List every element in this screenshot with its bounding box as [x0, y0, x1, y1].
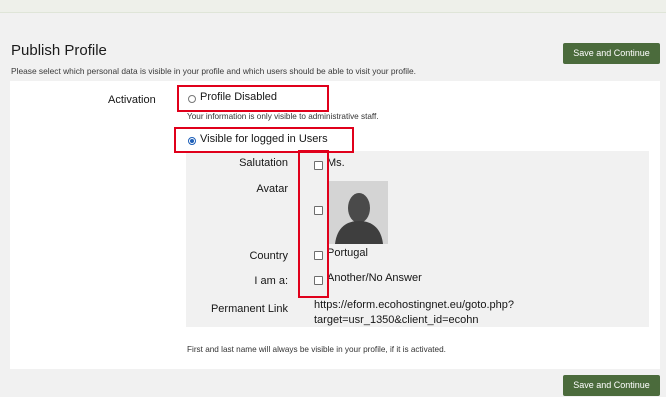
i-am-a-label: I am a: — [254, 275, 288, 287]
page-subtitle: Please select which personal data is vis… — [11, 66, 417, 76]
avatar-image — [329, 181, 388, 244]
save-and-continue-button-top[interactable]: Save and Continue — [563, 43, 660, 64]
page-title: Publish Profile — [11, 42, 107, 59]
avatar-label: Avatar — [256, 183, 288, 195]
avatar-silhouette-icon — [329, 181, 388, 244]
highlight-box-profile-disabled — [177, 85, 329, 112]
top-strip — [0, 0, 666, 12]
country-value: Portugal — [327, 247, 368, 259]
salutation-label: Salutation — [239, 157, 288, 169]
highlight-box-checkboxes — [298, 150, 329, 298]
name-visibility-note: First and last name will always be visib… — [187, 345, 446, 354]
i-am-a-value: Another/No Answer — [327, 272, 422, 284]
save-and-continue-button-bottom[interactable]: Save and Continue — [563, 375, 660, 396]
permanent-link-value[interactable]: https://eform.ecohostingnet.eu/goto.php?… — [314, 298, 644, 328]
profile-disabled-note: Your information is only visible to admi… — [187, 112, 379, 121]
permanent-link-label: Permanent Link — [210, 303, 288, 315]
country-label: Country — [249, 250, 288, 262]
salutation-value: Ms. — [327, 157, 345, 169]
activation-label: Activation — [108, 94, 156, 106]
